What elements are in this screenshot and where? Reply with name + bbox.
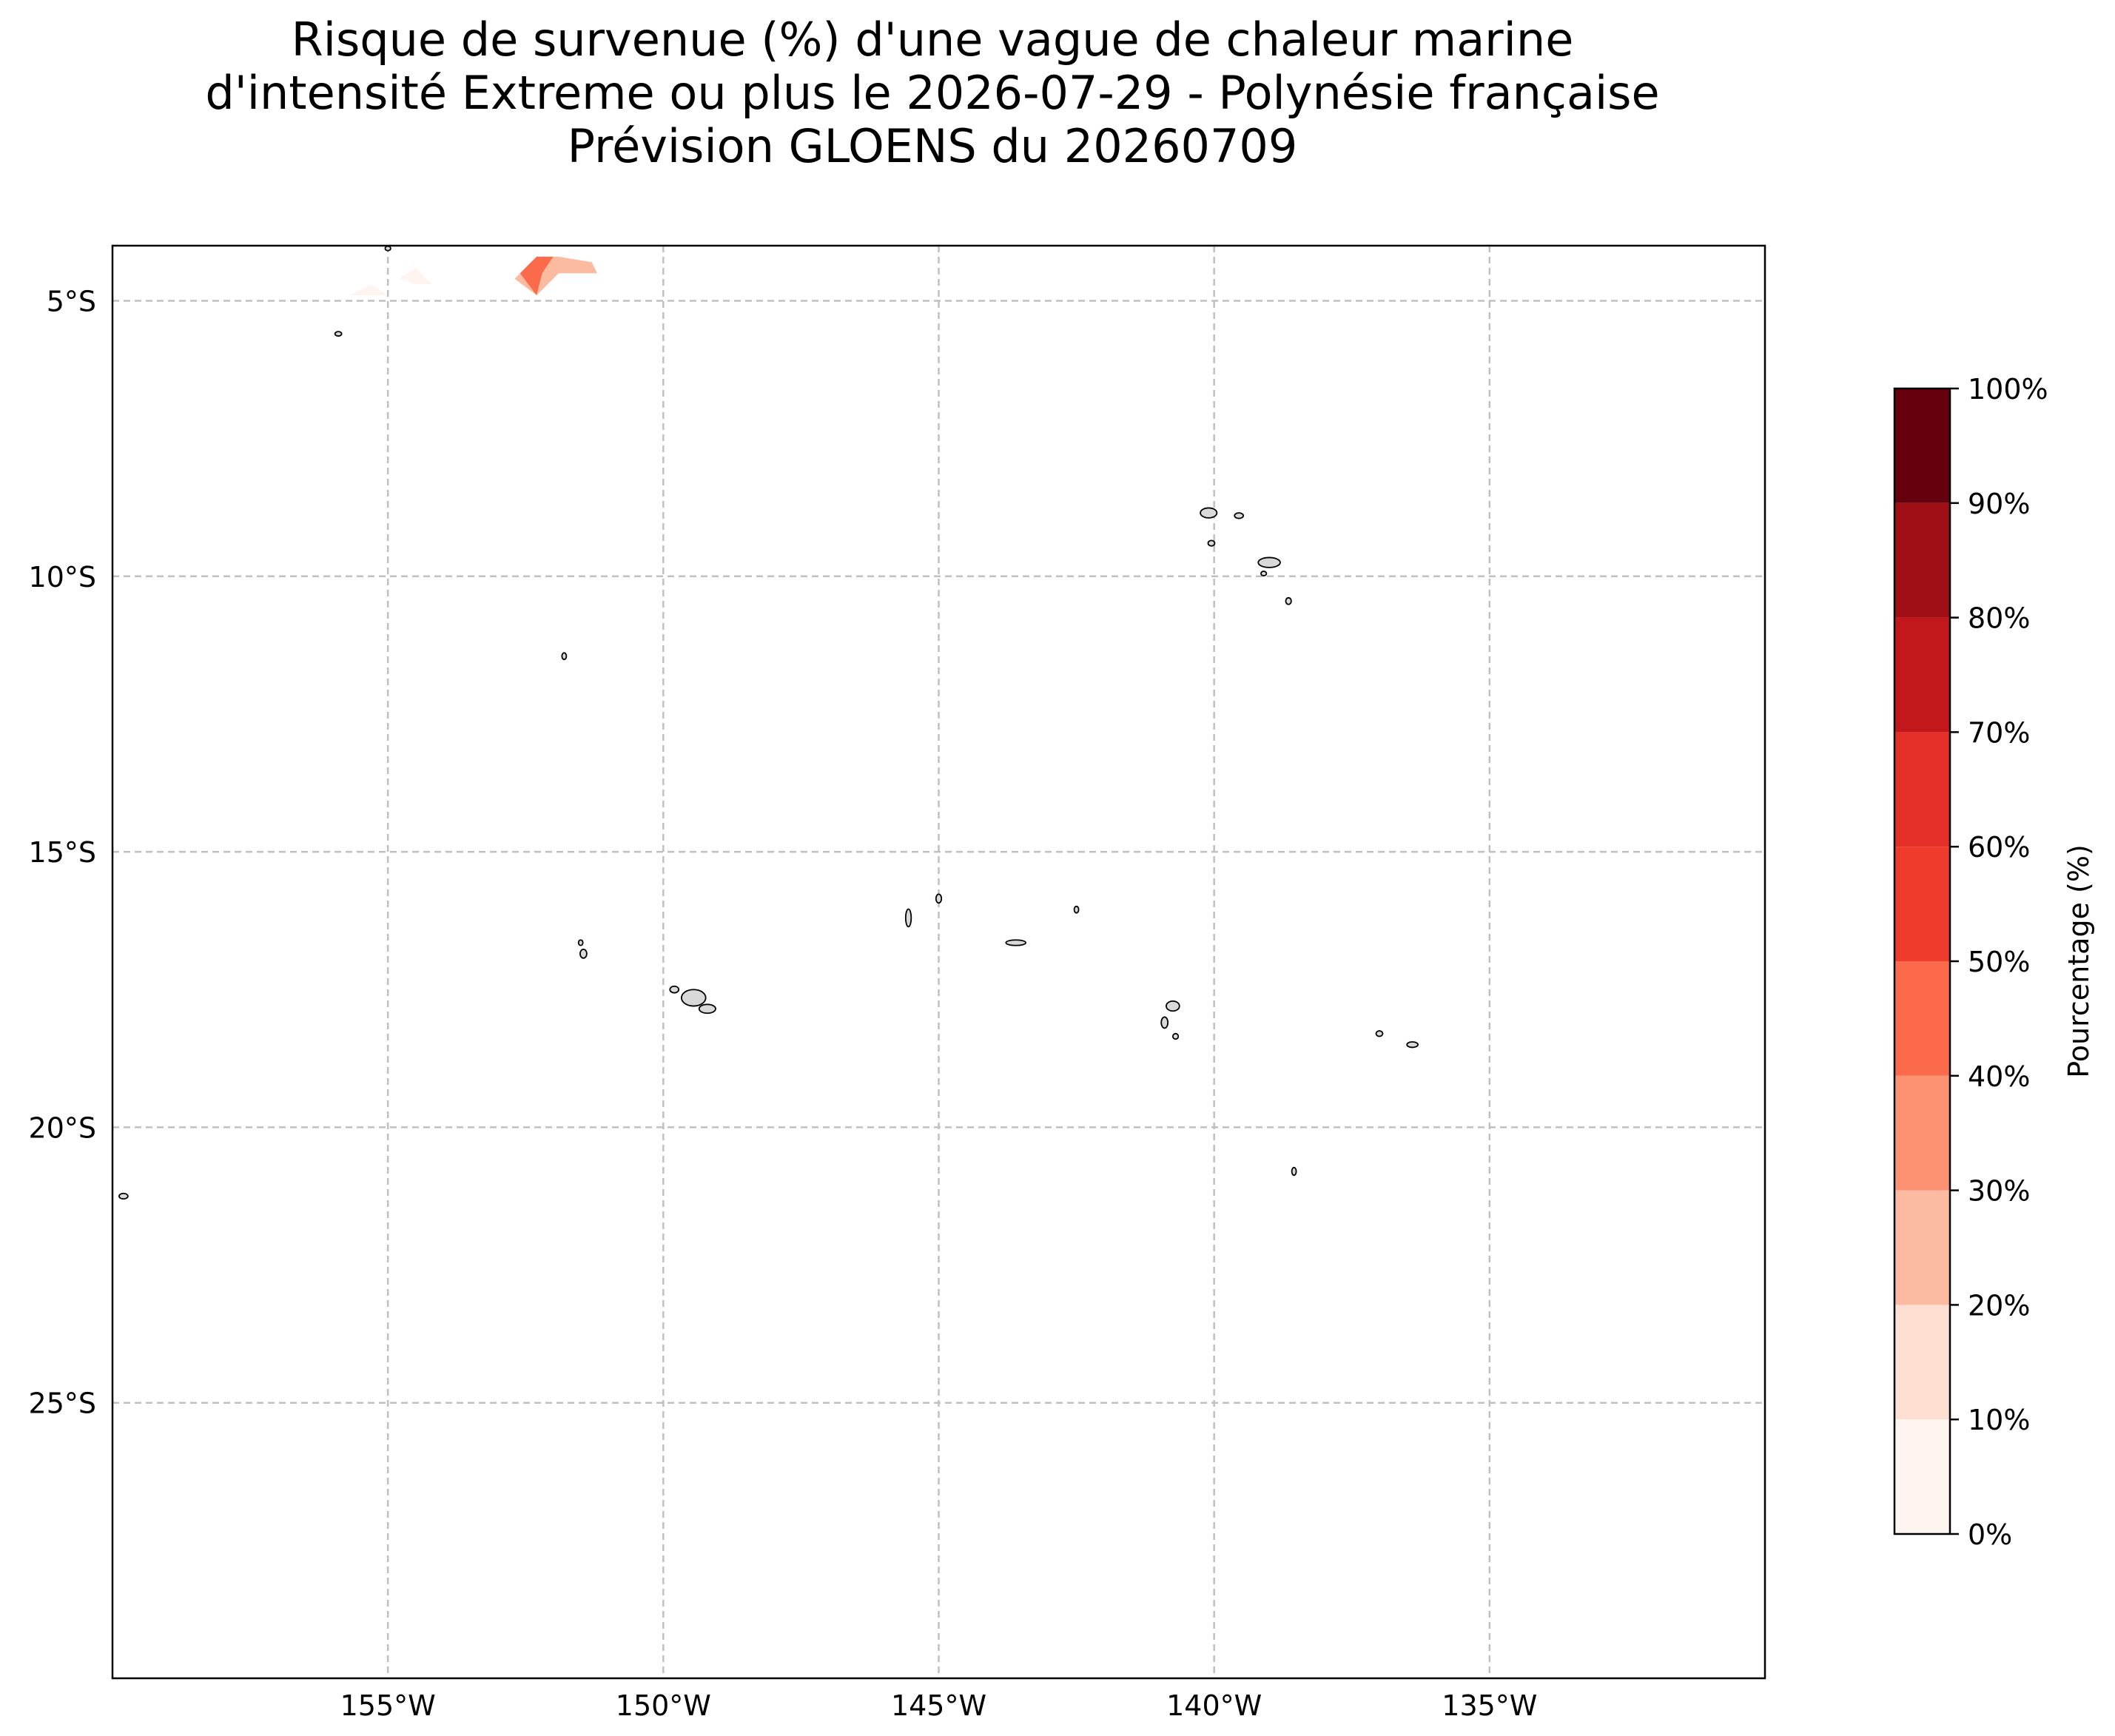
lon-tick-label: 140°W <box>1166 1689 1262 1722</box>
colorbar: 0% 10% 20% 30% 40% 50% 60% 70% 80% 90% 100% Pourcen… <box>1893 373 2095 1551</box>
island <box>669 985 680 994</box>
colorbar-tick-label: 30% <box>1968 1175 2030 1208</box>
island <box>1171 1032 1180 1040</box>
lon-tick-label: 145°W <box>891 1689 986 1722</box>
island <box>1375 1030 1384 1037</box>
map-figure: 155°W 150°W 145°W 140°W 135°W 5°S 10°S 15°S 20°S… <box>29 244 2095 1722</box>
colorbar-tick-label: 100% <box>1968 373 2048 406</box>
colorbar-segment <box>1894 1305 1950 1420</box>
island <box>577 939 584 946</box>
colorbar-segment <box>1894 732 1950 847</box>
island <box>384 245 391 252</box>
island <box>1291 1166 1297 1177</box>
colorbar-segment <box>1894 617 1950 733</box>
lat-tick-label: 20°S <box>29 1111 96 1144</box>
island <box>1166 1000 1180 1012</box>
colorbar-segment <box>1894 1419 1950 1534</box>
island <box>1200 507 1218 519</box>
lon-tick-label: 135°W <box>1442 1689 1537 1722</box>
island <box>1073 905 1080 914</box>
island <box>579 948 588 959</box>
island <box>1285 596 1292 605</box>
lat-tick-label: 5°S <box>47 285 96 317</box>
colorbar-tick-label: 90% <box>1968 488 2030 520</box>
lon-tick-label: 155°W <box>340 1689 436 1722</box>
lat-tick-label: 10°S <box>29 561 96 593</box>
colorbar-tick-label: 0% <box>1968 1518 2012 1551</box>
lat-tick-label: 15°S <box>29 836 96 869</box>
island <box>334 331 343 337</box>
island <box>561 652 568 661</box>
colorbar-tick-label: 10% <box>1968 1404 2030 1436</box>
lat-tick-label: 25°S <box>29 1387 96 1420</box>
colorbar-tick-label: 50% <box>1968 946 2030 978</box>
island <box>1234 512 1245 519</box>
colorbar-segment <box>1894 502 1950 618</box>
lon-tick-label: 150°W <box>616 1689 711 1722</box>
colorbar-segment <box>1894 1190 1950 1305</box>
colorbar-tick-label: 80% <box>1968 602 2030 635</box>
colorbar-label: Pourcentage (%) <box>2062 844 2095 1078</box>
colorbar-segment <box>1894 961 1950 1076</box>
island <box>1260 571 1268 576</box>
colorbar-segment <box>1894 847 1950 961</box>
colorbar-tick-label: 40% <box>1968 1060 2030 1093</box>
island <box>1160 1016 1169 1029</box>
colorbar-segment <box>1894 388 1950 503</box>
colorbar-tick-label: 60% <box>1968 831 2030 864</box>
island <box>1005 939 1027 946</box>
island <box>680 989 707 1007</box>
island <box>935 893 943 904</box>
island <box>118 1192 129 1200</box>
island <box>1406 1041 1419 1049</box>
island <box>1207 539 1216 547</box>
island <box>698 1003 716 1015</box>
colorbar-tick-label: 70% <box>1968 716 2030 749</box>
island <box>904 908 912 928</box>
map-panel: 155°W 150°W 145°W 140°W 135°W 5°S 10°S 15°S 20°S… <box>29 244 1766 1722</box>
colorbar-segment <box>1894 1075 1950 1191</box>
island <box>1257 556 1281 568</box>
colorbar-tick-label: 20% <box>1968 1289 2030 1322</box>
